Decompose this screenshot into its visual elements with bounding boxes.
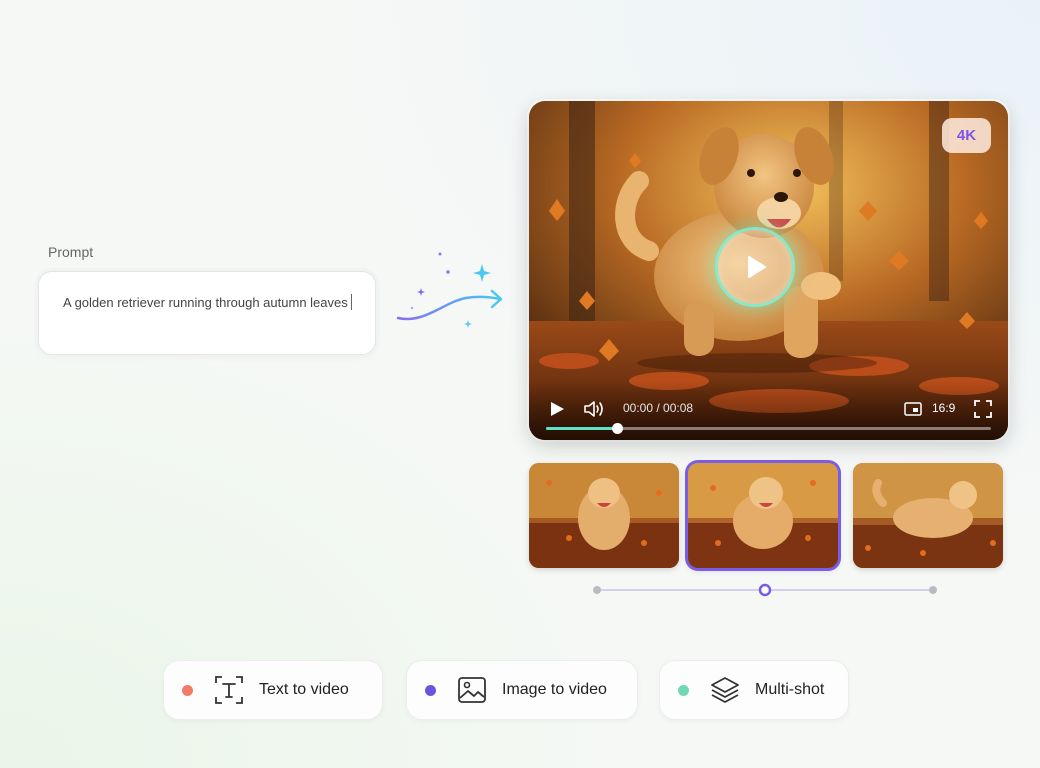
mode-label: Multi-shot [755,681,825,698]
mode-label: Text to video [259,681,349,698]
play-icon [748,256,766,278]
thumbnail-image [688,463,838,568]
progress-track[interactable] [546,423,991,434]
mode-dot [425,684,436,696]
fullscreen-icon[interactable] [974,400,992,418]
mode-dot [678,684,689,696]
progress-fill [546,427,618,430]
scrubber-dot-start [593,586,601,594]
mode-text-to-video[interactable]: Text to video [163,660,383,720]
text-frame-icon [213,674,245,706]
image-icon [456,674,488,706]
mode-label: Image to video [502,681,607,698]
scrubber-dot-end [929,586,937,594]
aspect-ratio-icon[interactable] [904,402,922,416]
volume-icon[interactable] [583,400,605,418]
time-display: 00:00 / 00:08 [623,401,694,415]
thumbnail-1[interactable] [529,463,679,568]
thumbnail-image [853,463,1003,568]
thumbnail-3[interactable] [853,463,1003,568]
prompt-text: A golden retriever running through autum… [63,295,348,310]
text-caret [350,294,352,310]
mode-dot [182,684,193,696]
play-icon[interactable] [548,400,566,418]
thumbnail-image [529,463,679,568]
sparkle-arrow-icon [396,252,503,328]
layers-icon [709,674,741,706]
quality-badge: 4K [942,118,991,153]
thumbnail-scrubber[interactable] [590,580,940,600]
progress-knob[interactable] [612,423,624,434]
video-player[interactable]: 4K 00:00 / 00:08 16:9 [529,101,1008,440]
player-controls: 00:00 / 00:08 16:9 [529,380,1008,440]
prompt-label: Prompt [48,244,94,260]
prompt-input[interactable]: A golden retriever running through autum… [38,271,376,355]
thumbnail-2[interactable] [688,463,838,568]
mode-multi-shot[interactable]: Multi-shot [659,660,849,720]
aspect-ratio-label[interactable]: 16:9 [932,401,955,415]
scrubber-handle [758,583,772,597]
center-play-button[interactable] [715,227,795,307]
mode-image-to-video[interactable]: Image to video [406,660,638,720]
